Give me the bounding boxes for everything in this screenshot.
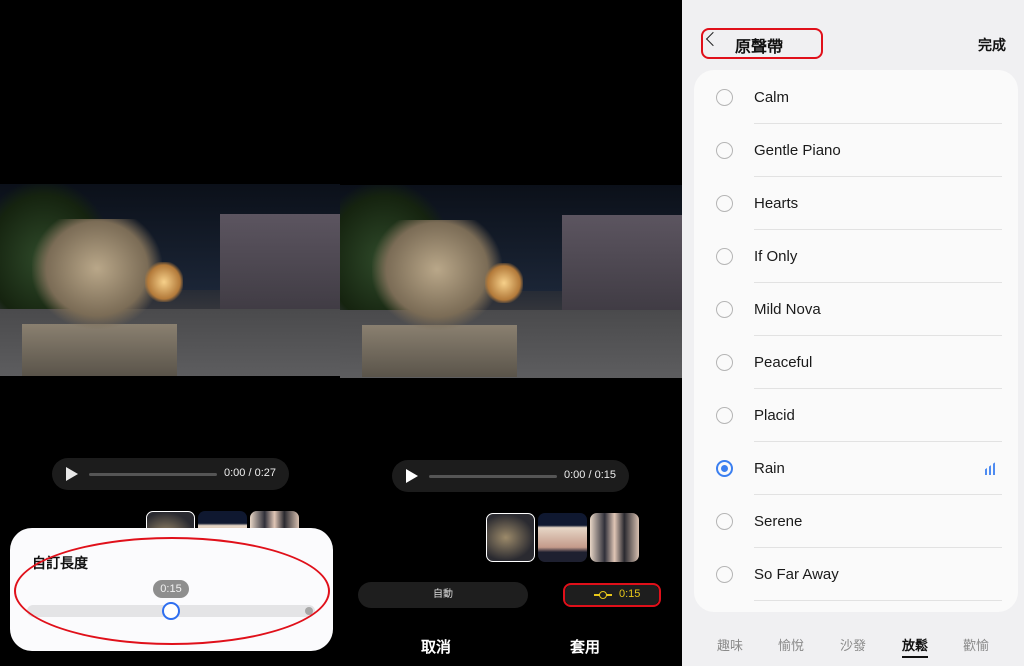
tab-1[interactable]: 愉悅 — [778, 635, 804, 654]
progress-track[interactable] — [89, 473, 217, 476]
tab-3[interactable]: 放鬆 — [902, 635, 929, 658]
track-item[interactable]: Placid — [694, 389, 1018, 442]
tab-2[interactable]: 沙發 — [840, 635, 866, 654]
track-name: Rain — [754, 460, 785, 477]
radio-button[interactable] — [716, 460, 733, 477]
clip-thumbnail[interactable] — [590, 513, 639, 562]
track-item[interactable]: Mild Nova — [694, 283, 1018, 336]
track-item[interactable]: Rain — [694, 442, 1018, 495]
track-name: Mild Nova — [754, 301, 821, 318]
radio-button[interactable] — [716, 301, 733, 318]
radio-button[interactable] — [716, 407, 733, 424]
track-name: So Far Away — [754, 566, 839, 583]
track-name: Gentle Piano — [754, 142, 841, 159]
tab-4[interactable]: 歡愉 — [963, 635, 989, 654]
track-name: Serene — [754, 513, 803, 530]
track-item[interactable]: So Far Away — [694, 548, 1018, 601]
radio-button[interactable] — [716, 195, 733, 212]
clip-thumbnail[interactable] — [486, 513, 535, 562]
playback-bar: 0:00 / 0:27 — [52, 458, 289, 490]
clip-thumbnail[interactable] — [538, 513, 587, 562]
divider — [754, 600, 1002, 601]
auto-button[interactable]: 自動 — [358, 582, 528, 608]
radio-button[interactable] — [716, 513, 733, 530]
highlight-annotation — [563, 583, 661, 607]
play-icon[interactable] — [406, 469, 418, 483]
play-icon[interactable] — [66, 467, 78, 481]
playback-time: 0:00 / 0:27 — [224, 467, 276, 479]
track-name: Hearts — [754, 195, 799, 212]
video-preview[interactable] — [340, 185, 682, 378]
track-name: Peaceful — [754, 354, 813, 371]
track-item[interactable]: If Only — [694, 230, 1018, 283]
radio-button[interactable] — [716, 354, 733, 371]
track-item[interactable]: Serene — [694, 495, 1018, 548]
apply-button[interactable]: 套用 — [570, 636, 600, 657]
track-name: Placid — [754, 407, 795, 424]
track-item[interactable]: Gentle Piano — [694, 124, 1018, 177]
highlight-annotation — [701, 28, 823, 59]
playback-time: 0:00 / 0:15 — [564, 469, 616, 481]
video-preview[interactable] — [0, 184, 340, 376]
radio-button[interactable] — [716, 142, 733, 159]
track-item[interactable]: Calm — [694, 71, 1018, 124]
radio-button[interactable] — [716, 248, 733, 265]
track-item[interactable]: Hearts — [694, 177, 1018, 230]
playback-bar: 0:00 / 0:15 — [392, 460, 629, 492]
progress-track[interactable] — [429, 475, 557, 478]
track-list: Calm Gentle Piano Hearts If Only Mild Nova Pe… — [694, 70, 1018, 612]
playing-equalizer-icon — [985, 461, 997, 475]
track-name: Calm — [754, 89, 790, 106]
track-name: If Only — [754, 248, 798, 265]
cancel-button[interactable]: 取消 — [421, 636, 451, 657]
highlight-annotation — [14, 537, 330, 645]
tab-0[interactable]: 趣味 — [717, 635, 743, 654]
radio-button[interactable] — [716, 566, 733, 583]
track-item[interactable]: Peaceful — [694, 336, 1018, 389]
done-button[interactable]: 完成 — [978, 35, 1006, 55]
radio-button[interactable] — [716, 89, 733, 106]
